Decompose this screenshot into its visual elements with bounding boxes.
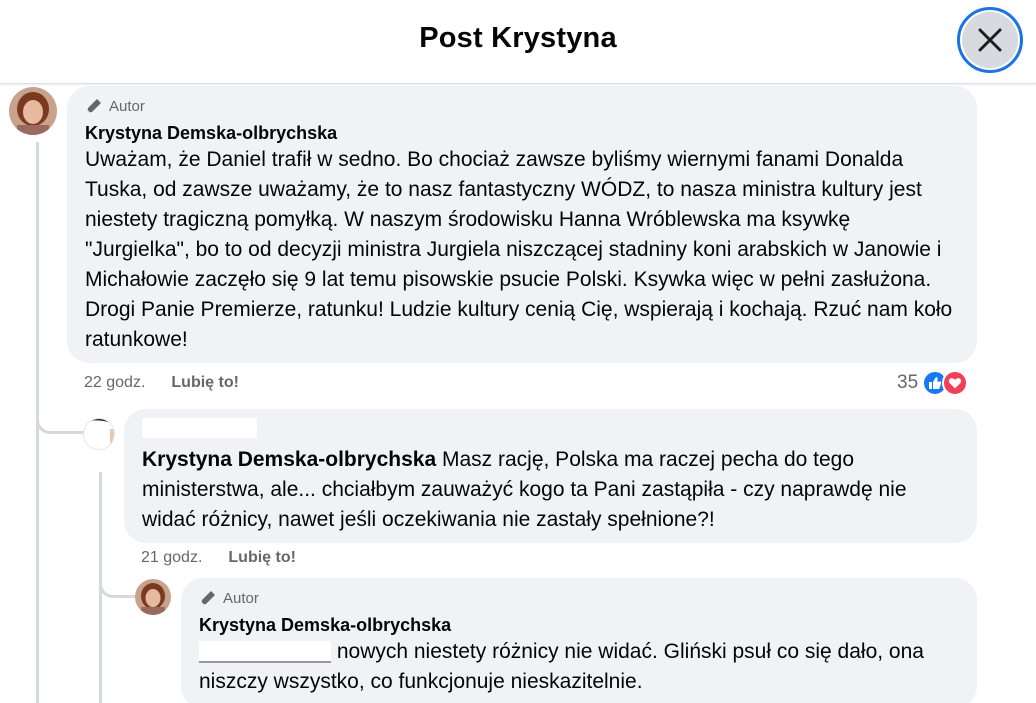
thread-connector-reply <box>99 570 137 598</box>
reaction-count: 35 <box>897 372 919 393</box>
dialog-header: Post Krystyna <box>0 0 1036 84</box>
reactions[interactable]: 35 <box>897 370 969 396</box>
redacted-name <box>142 418 959 440</box>
reply-time[interactable]: 21 godz. <box>141 549 202 567</box>
author-badge-label: Autor <box>223 589 259 607</box>
love-icon <box>942 370 969 396</box>
like-button[interactable]: Lubię to! <box>171 374 239 392</box>
author-badge: Autor <box>199 589 959 607</box>
comment-author[interactable]: Krystyna Demska-olbrychska <box>199 615 959 636</box>
pencil-icon <box>87 99 101 113</box>
avatar[interactable] <box>135 579 171 615</box>
close-button[interactable] <box>957 7 1023 73</box>
like-button[interactable]: Lubię to! <box>228 549 296 567</box>
close-icon <box>978 28 1002 52</box>
comment-meta: 22 godz. Lubię to! <box>84 374 239 392</box>
comment-author[interactable]: Krystyna Demska-olbrychska <box>85 123 959 144</box>
avatar[interactable] <box>9 87 57 135</box>
author-badge-label: Autor <box>109 97 145 115</box>
pencil-icon <box>201 591 215 605</box>
avatar[interactable] <box>83 418 115 450</box>
redacted-mention <box>199 641 331 664</box>
mention-link[interactable]: Krystyna Demska-olbrychska <box>142 448 436 471</box>
thread-connector <box>36 400 84 434</box>
comment-bubble: Autor Krystyna Demska-olbrychska Uważam,… <box>67 86 977 363</box>
reply-meta: 21 godz. Lubię to! <box>141 549 296 567</box>
comment-text: Uważam, że Daniel trafił w sedno. Bo cho… <box>85 148 953 351</box>
author-reply-text: nowych niestety różnicy nie widać. Glińs… <box>199 637 959 697</box>
reply-bubble: Krystyna Demska-olbrychska Masz rację, P… <box>124 409 977 543</box>
author-reply-bubble: Autor Krystyna Demska-olbrychska nowych … <box>181 578 977 703</box>
author-badge: Autor <box>85 97 959 115</box>
comment-time[interactable]: 22 godz. <box>84 374 145 392</box>
dialog-title: Post Krystyna <box>419 22 617 54</box>
reply-text: Krystyna Demska-olbrychska Masz rację, P… <box>142 445 959 535</box>
